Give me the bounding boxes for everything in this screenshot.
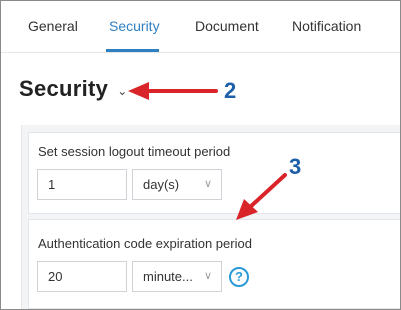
annotation-number-3: 3 [289, 154, 302, 179]
annotation-number-2: 2 [224, 78, 237, 103]
annotation-arrow-2 [128, 82, 218, 100]
annotation-arrows [128, 82, 287, 220]
settings-window: General Security Document Notification S… [0, 0, 401, 310]
annotation-arrow-3 [236, 173, 287, 220]
